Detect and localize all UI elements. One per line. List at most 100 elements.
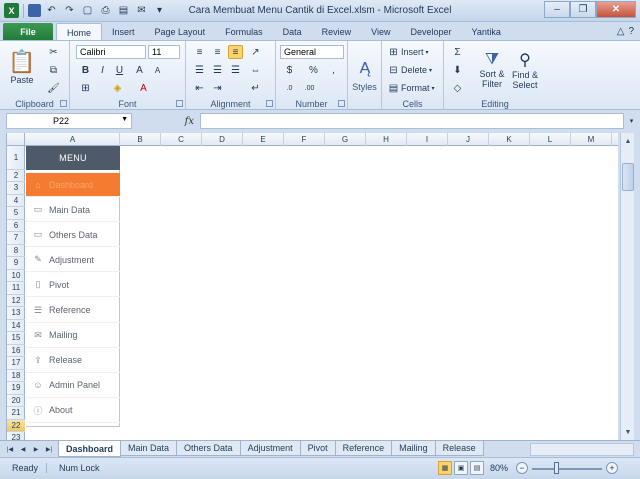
clipboard-launcher-icon[interactable] <box>60 100 67 107</box>
menu-item-others-data[interactable]: ▭ Others Data <box>26 223 120 248</box>
expand-formula-icon[interactable]: ▾ <box>626 115 637 127</box>
column-header-m[interactable]: M <box>571 133 612 146</box>
tab-yantika[interactable]: Yantika <box>462 23 511 41</box>
font-size-select[interactable]: 11 <box>148 45 180 59</box>
increase-indent-icon[interactable]: ⇥ <box>210 81 225 95</box>
menu-item-adjustment[interactable]: ✎ Adjustment <box>26 248 120 273</box>
row-header-17[interactable]: 17 <box>7 357 25 370</box>
orientation-icon[interactable]: ↗ <box>248 45 263 59</box>
find-select-button[interactable]: ⚲ Find & Select <box>508 45 542 95</box>
sort-filter-button[interactable]: ⧩ Sort & Filter <box>476 45 508 95</box>
menu-item-pivot[interactable]: ▯ Pivot <box>26 273 120 298</box>
row-header-5[interactable]: 5 <box>7 207 25 220</box>
normal-view-icon[interactable]: ▦ <box>438 461 452 475</box>
align-bottom-icon[interactable]: ≡ <box>228 45 243 59</box>
cut-icon[interactable]: ✂ <box>46 45 61 59</box>
delete-cells-button[interactable]: ⊟ Delete ▾ <box>386 63 432 77</box>
autosum-icon[interactable]: Σ <box>450 45 465 59</box>
align-middle-icon[interactable]: ≡ <box>210 45 225 59</box>
sheet-tab-pivot[interactable]: Pivot <box>299 441 336 456</box>
tab-insert[interactable]: Insert <box>102 23 145 41</box>
font-launcher-icon[interactable] <box>176 100 183 107</box>
borders-icon[interactable]: ⊞ <box>78 81 93 95</box>
align-left-icon[interactable]: ☰ <box>192 63 207 77</box>
sheet-tab-adjustment[interactable]: Adjustment <box>239 441 301 456</box>
scroll-thumb[interactable] <box>622 163 634 191</box>
column-header-d[interactable]: D <box>202 133 243 146</box>
zoom-in-icon[interactable]: + <box>606 462 618 474</box>
format-painter-icon[interactable]: 🖌 <box>46 81 61 95</box>
menu-item-admin-panel[interactable]: ☺ Admin Panel <box>26 374 120 398</box>
sheet-tab-others-data[interactable]: Others Data <box>176 441 241 456</box>
row-header-4[interactable]: 4 <box>7 195 25 207</box>
row-header-20[interactable]: 20 <box>7 395 25 407</box>
tab-data[interactable]: Data <box>273 23 312 41</box>
fill-icon[interactable]: ⬇ <box>450 63 465 77</box>
column-header-c[interactable]: C <box>161 133 202 146</box>
row-header-22[interactable]: 22 <box>7 419 25 432</box>
worksheet-grid[interactable]: ABCDEFGHIJKLM 1 2 3 4 5 6 7 8 9 10 11 12 13 14 15 16 17 1… <box>6 133 618 440</box>
formula-input[interactable] <box>200 113 624 129</box>
column-header-l[interactable]: L <box>530 133 571 146</box>
row-header-15[interactable]: 15 <box>7 332 25 345</box>
page-break-view-icon[interactable]: ▤ <box>470 461 484 475</box>
scroll-up-icon[interactable]: ▲ <box>622 135 634 147</box>
maximize-button[interactable]: ❐ <box>570 1 596 18</box>
row-header-14[interactable]: 14 <box>7 320 25 332</box>
page-layout-view-icon[interactable]: ▣ <box>454 461 468 475</box>
row-header-3[interactable]: 3 <box>7 182 25 195</box>
row-header-2[interactable]: 2 <box>7 170 25 182</box>
next-sheet-icon[interactable]: ▶ <box>30 443 42 455</box>
zoom-out-icon[interactable]: − <box>516 462 528 474</box>
minimize-button[interactable]: – <box>544 1 570 18</box>
row-header-7[interactable]: 7 <box>7 232 25 245</box>
row-header-6[interactable]: 6 <box>7 220 25 232</box>
row-header-18[interactable]: 18 <box>7 370 25 382</box>
row-header-21[interactable]: 21 <box>7 407 25 420</box>
underline-button[interactable]: U <box>112 63 127 77</box>
menu-item-main-data[interactable]: ▭ Main Data <box>26 198 120 223</box>
insert-function-button[interactable]: fx <box>136 113 200 129</box>
menu-item-reference[interactable]: ☰ Reference <box>26 299 120 323</box>
row-header-9[interactable]: 9 <box>7 257 25 270</box>
row-header-19[interactable]: 19 <box>7 382 25 395</box>
column-header-e[interactable]: E <box>243 133 284 146</box>
vertical-scrollbar[interactable]: ▲ ▼ <box>620 133 634 440</box>
tab-page-layout[interactable]: Page Layout <box>145 23 216 41</box>
menu-item-dashboard[interactable]: ⌂ Dashboard <box>26 173 120 197</box>
scroll-down-icon[interactable]: ▼ <box>622 426 634 438</box>
number-launcher-icon[interactable] <box>338 100 345 107</box>
alignment-launcher-icon[interactable] <box>266 100 273 107</box>
menu-item-about[interactable]: ⓘ About <box>26 399 120 423</box>
align-top-icon[interactable]: ≡ <box>192 45 207 59</box>
copy-icon[interactable]: ⧉ <box>46 63 61 77</box>
file-tab[interactable]: File <box>3 23 53 41</box>
chevron-down-icon[interactable]: ▼ <box>121 116 128 123</box>
name-box[interactable]: P22 ▼ <box>6 113 132 129</box>
sheet-tab-main-data[interactable]: Main Data <box>120 441 178 456</box>
row-header-12[interactable]: 12 <box>7 295 25 307</box>
zoom-slider-track[interactable] <box>532 468 602 470</box>
tab-formulas[interactable]: Formulas <box>215 23 273 41</box>
bold-button[interactable]: B <box>78 63 93 77</box>
font-color-icon[interactable]: A <box>136 81 151 95</box>
sheet-tab-mailing[interactable]: Mailing <box>391 441 436 456</box>
zoom-slider-knob[interactable] <box>554 462 559 474</box>
prev-sheet-icon[interactable]: ◀ <box>17 443 29 455</box>
italic-button[interactable]: I <box>95 63 110 77</box>
column-header-g[interactable]: G <box>325 133 366 146</box>
column-header-a[interactable]: A <box>26 133 120 146</box>
close-button[interactable]: ✕ <box>596 1 636 18</box>
font-name-select[interactable]: Calibri <box>76 45 146 59</box>
tab-review[interactable]: Review <box>312 23 362 41</box>
merge-center-icon[interactable]: ⇔ <box>248 63 263 77</box>
sheet-tab-dashboard[interactable]: Dashboard <box>58 441 122 457</box>
number-format-select[interactable]: General <box>280 45 344 59</box>
row-header-11[interactable]: 11 <box>7 282 25 295</box>
column-header-i[interactable]: I <box>407 133 448 146</box>
row-header-16[interactable]: 16 <box>7 345 25 357</box>
comma-style-icon[interactable]: , <box>326 63 341 77</box>
tab-developer[interactable]: Developer <box>400 23 461 41</box>
horizontal-scrollbar[interactable] <box>530 443 634 456</box>
row-header-8[interactable]: 8 <box>7 245 25 257</box>
